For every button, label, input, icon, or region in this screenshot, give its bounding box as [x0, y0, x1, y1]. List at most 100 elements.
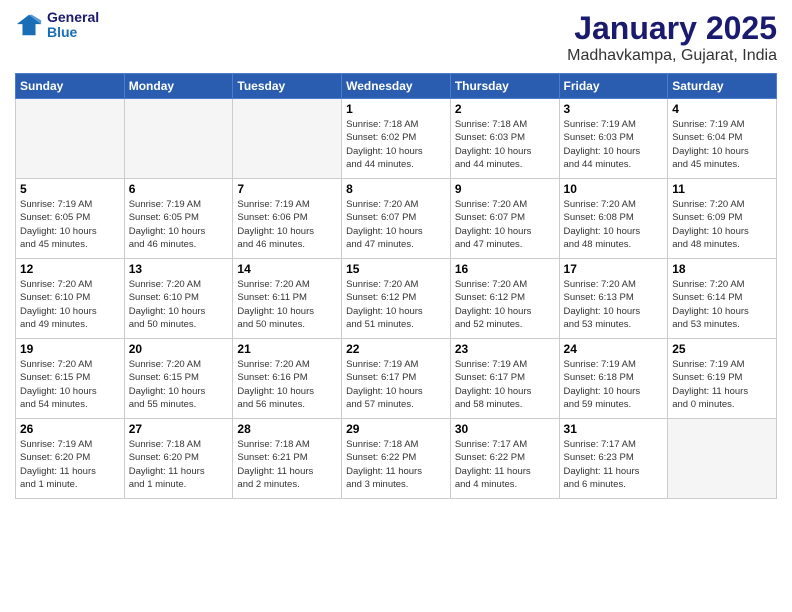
day-number: 15 — [346, 262, 446, 276]
day-number: 14 — [237, 262, 337, 276]
day-number: 18 — [672, 262, 772, 276]
day-info: Sunrise: 7:20 AMSunset: 6:09 PMDaylight:… — [672, 198, 772, 251]
calendar-cell: 6 Sunrise: 7:19 AMSunset: 6:05 PMDaylight… — [124, 179, 233, 259]
day-info: Sunrise: 7:18 AMSunset: 6:21 PMDaylight:… — [237, 438, 337, 491]
day-number: 23 — [455, 342, 555, 356]
day-number: 7 — [237, 182, 337, 196]
calendar-cell: 13Sunrise: 7:20 AMSunset: 6:10 PMDayligh… — [124, 259, 233, 339]
calendar-cell: 30Sunrise: 7:17 AMSunset: 6:22 PMDayligh… — [450, 419, 559, 499]
day-info: Sunrise: 7:20 AMSunset: 6:08 PMDaylight:… — [564, 198, 664, 251]
calendar-cell: 3 Sunrise: 7:19 AMSunset: 6:03 PMDaylight… — [559, 99, 668, 179]
calendar-cell: 17 Sunrise: 7:20 AMSunset: 6:13 PMDayligh… — [559, 259, 668, 339]
calendar-cell: 18 Sunrise: 7:20 AMSunset: 6:14 PMDayligh… — [668, 259, 777, 339]
subtitle: Madhavkampa, Gujarat, India — [567, 47, 777, 65]
calendar-cell: 9Sunrise: 7:20 AMSunset: 6:07 PMDaylight… — [450, 179, 559, 259]
logo-text: General Blue — [47, 10, 99, 41]
day-info: Sunrise: 7:19 AMSunset: 6:17 PMDaylight:… — [346, 358, 446, 411]
day-info: Sunrise: 7:19 AMSunset: 6:18 PMDaylight:… — [564, 358, 664, 411]
day-number: 17 — [564, 262, 664, 276]
day-number: 11 — [672, 182, 772, 196]
calendar-cell: 10 Sunrise: 7:20 AMSunset: 6:08 PMDayligh… — [559, 179, 668, 259]
calendar-cell: 20 Sunrise: 7:20 AMSunset: 6:15 PMDayligh… — [124, 339, 233, 419]
day-number: 12 — [20, 262, 120, 276]
day-number: 28 — [237, 422, 337, 436]
day-info: Sunrise: 7:20 AMSunset: 6:13 PMDaylight:… — [564, 278, 664, 331]
day-number: 19 — [20, 342, 120, 356]
calendar-cell: 1 Sunrise: 7:18 AMSunset: 6:02 PMDaylight… — [342, 99, 451, 179]
calendar-cell: 27 Sunrise: 7:18 AMSunset: 6:20 PMDayligh… — [124, 419, 233, 499]
day-info: Sunrise: 7:20 AMSunset: 6:12 PMDaylight:… — [455, 278, 555, 331]
calendar-cell: 21Sunrise: 7:20 AMSunset: 6:16 PMDayligh… — [233, 339, 342, 419]
header-monday: Monday — [124, 74, 233, 99]
day-info: Sunrise: 7:20 AMSunset: 6:11 PMDaylight:… — [237, 278, 337, 331]
calendar-cell: 19Sunrise: 7:20 AMSunset: 6:15 PMDayligh… — [16, 339, 125, 419]
header-friday: Friday — [559, 74, 668, 99]
calendar-cell — [16, 99, 125, 179]
day-info: Sunrise: 7:19 AMSunset: 6:05 PMDaylight:… — [20, 198, 120, 251]
calendar-cell: 31 Sunrise: 7:17 AMSunset: 6:23 PMDayligh… — [559, 419, 668, 499]
calendar-cell — [124, 99, 233, 179]
calendar-cell: 24Sunrise: 7:19 AMSunset: 6:18 PMDayligh… — [559, 339, 668, 419]
calendar-cell: 23Sunrise: 7:19 AMSunset: 6:17 PMDayligh… — [450, 339, 559, 419]
day-info: Sunrise: 7:20 AMSunset: 6:15 PMDaylight:… — [129, 358, 229, 411]
header-wednesday: Wednesday — [342, 74, 451, 99]
day-number: 25 — [672, 342, 772, 356]
day-info: Sunrise: 7:20 AMSunset: 6:14 PMDaylight:… — [672, 278, 772, 331]
day-number: 29 — [346, 422, 446, 436]
day-info: Sunrise: 7:19 AMSunset: 6:03 PMDaylight:… — [564, 118, 664, 171]
calendar-cell — [233, 99, 342, 179]
calendar-cell: 26 Sunrise: 7:19 AMSunset: 6:20 PMDayligh… — [16, 419, 125, 499]
day-number: 10 — [564, 182, 664, 196]
day-info: Sunrise: 7:20 AMSunset: 6:07 PMDaylight:… — [455, 198, 555, 251]
title-block: January 2025 Madhavkampa, Gujarat, India — [567, 10, 777, 65]
day-number: 20 — [129, 342, 229, 356]
header: General Blue January 2025 Madhavkampa, G… — [15, 10, 777, 65]
day-info: Sunrise: 7:17 AMSunset: 6:23 PMDaylight:… — [564, 438, 664, 491]
day-info: Sunrise: 7:19 AMSunset: 6:06 PMDaylight:… — [237, 198, 337, 251]
main-title: January 2025 — [567, 10, 777, 47]
day-number: 13 — [129, 262, 229, 276]
calendar-cell: 11 Sunrise: 7:20 AMSunset: 6:09 PMDayligh… — [668, 179, 777, 259]
day-info: Sunrise: 7:18 AMSunset: 6:02 PMDaylight:… — [346, 118, 446, 171]
day-number: 22 — [346, 342, 446, 356]
day-info: Sunrise: 7:20 AMSunset: 6:07 PMDaylight:… — [346, 198, 446, 251]
day-info: Sunrise: 7:20 AMSunset: 6:16 PMDaylight:… — [237, 358, 337, 411]
day-number: 3 — [564, 102, 664, 116]
logo: General Blue — [15, 10, 99, 41]
calendar-cell: 2Sunrise: 7:18 AMSunset: 6:03 PMDaylight… — [450, 99, 559, 179]
day-info: Sunrise: 7:19 AMSunset: 6:05 PMDaylight:… — [129, 198, 229, 251]
day-info: Sunrise: 7:18 AMSunset: 6:22 PMDaylight:… — [346, 438, 446, 491]
calendar-week-3: 19 Sunrise: 7:20 AMSunset: 6:15 PMDayligh… — [16, 339, 777, 419]
calendar-cell: 7 Sunrise: 7:19 AMSunset: 6:06 PMDaylight… — [233, 179, 342, 259]
day-number: 30 — [455, 422, 555, 436]
day-number: 6 — [129, 182, 229, 196]
day-info: Sunrise: 7:20 AMSunset: 6:12 PMDaylight:… — [346, 278, 446, 331]
header-thursday: Thursday — [450, 74, 559, 99]
day-info: Sunrise: 7:18 AMSunset: 6:03 PMDaylight:… — [455, 118, 555, 171]
day-info: Sunrise: 7:19 AMSunset: 6:20 PMDaylight:… — [20, 438, 120, 491]
day-info: Sunrise: 7:20 AMSunset: 6:10 PMDaylight:… — [20, 278, 120, 331]
calendar: Sunday Monday Tuesday Wednesday Thursday… — [15, 73, 777, 499]
day-number: 5 — [20, 182, 120, 196]
day-info: Sunrise: 7:18 AMSunset: 6:20 PMDaylight:… — [129, 438, 229, 491]
day-number: 16 — [455, 262, 555, 276]
day-number: 31 — [564, 422, 664, 436]
calendar-cell: 16 Sunrise: 7:20 AMSunset: 6:12 PMDayligh… — [450, 259, 559, 339]
calendar-cell: 5 Sunrise: 7:19 AMSunset: 6:05 PMDaylight… — [16, 179, 125, 259]
calendar-cell: 15 Sunrise: 7:20 AMSunset: 6:12 PMDayligh… — [342, 259, 451, 339]
page: General Blue January 2025 Madhavkampa, G… — [0, 0, 792, 612]
logo-icon — [15, 11, 43, 39]
calendar-week-2: 12 Sunrise: 7:20 AMSunset: 6:10 PMDayligh… — [16, 259, 777, 339]
calendar-week-1: 5 Sunrise: 7:19 AMSunset: 6:05 PMDaylight… — [16, 179, 777, 259]
calendar-cell: 29 Sunrise: 7:18 AMSunset: 6:22 PMDayligh… — [342, 419, 451, 499]
day-number: 27 — [129, 422, 229, 436]
day-number: 1 — [346, 102, 446, 116]
header-tuesday: Tuesday — [233, 74, 342, 99]
calendar-cell: 28 Sunrise: 7:18 AMSunset: 6:21 PMDayligh… — [233, 419, 342, 499]
day-number: 8 — [346, 182, 446, 196]
calendar-cell: 12 Sunrise: 7:20 AMSunset: 6:10 PMDayligh… — [16, 259, 125, 339]
calendar-cell: 22 Sunrise: 7:19 AMSunset: 6:17 PMDayligh… — [342, 339, 451, 419]
day-number: 26 — [20, 422, 120, 436]
day-info: Sunrise: 7:19 AMSunset: 6:19 PMDaylight:… — [672, 358, 772, 411]
calendar-cell: 14 Sunrise: 7:20 AMSunset: 6:11 PMDayligh… — [233, 259, 342, 339]
